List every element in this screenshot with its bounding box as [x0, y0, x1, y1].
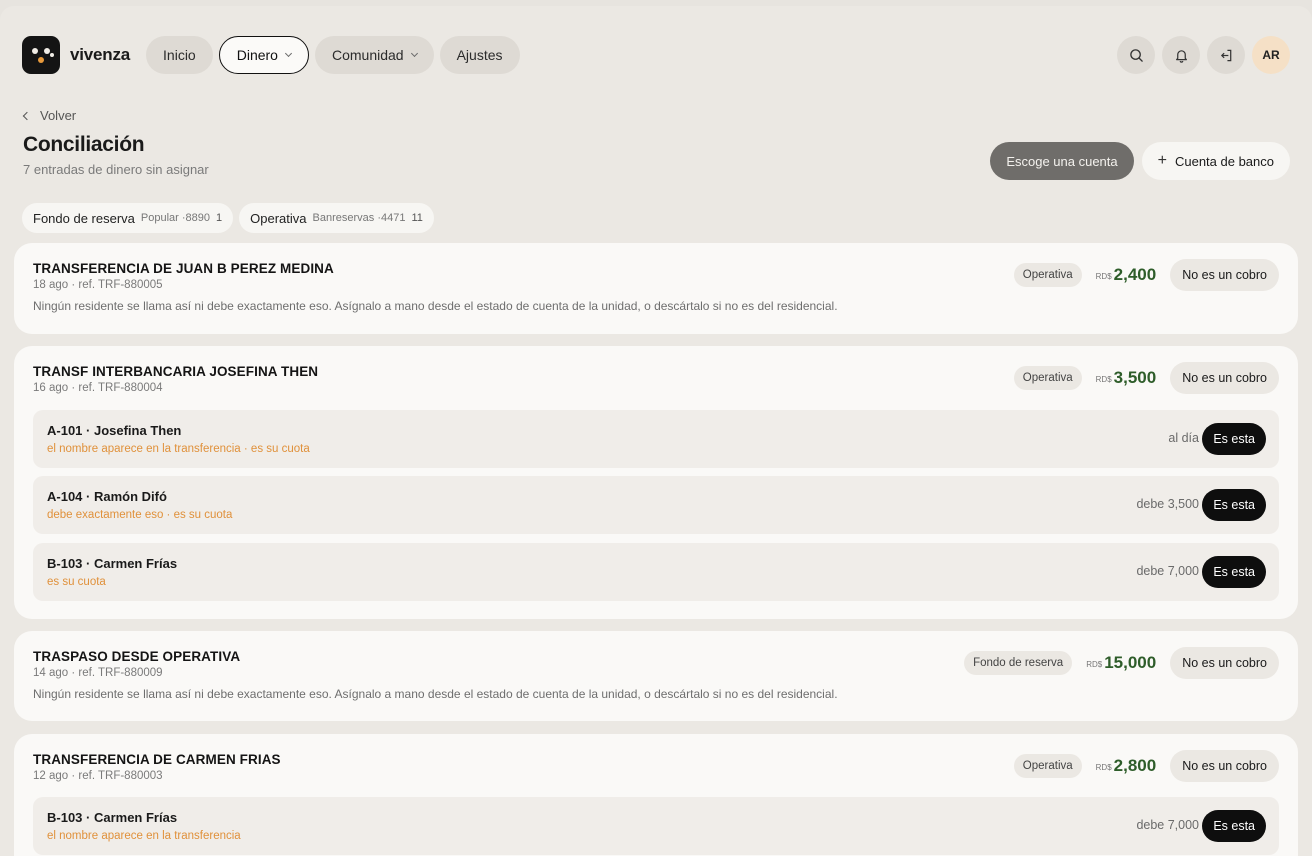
is-this-button[interactable]: Es esta [1202, 423, 1266, 455]
filter-chip-operativa[interactable]: Operativa Banreservas ·4471 11 [239, 203, 434, 233]
account-badge: Operativa [1013, 366, 1082, 390]
entry-title: TRASPASO DESDE OPERATIVA [33, 649, 241, 664]
entry-amount: 2,400 [1113, 265, 1157, 284]
bell-icon [1175, 49, 1187, 63]
entry-summary: Operativa RD$ 2,800 No es un cobro [1013, 750, 1279, 782]
entry-note: Ningún residente se llama así ni debe ex… [33, 687, 838, 701]
candidate-name: B-103 · Carmen Frías [47, 556, 178, 571]
entry-card: TRANSFERENCIA DE JUAN B PEREZ MEDINA 18 … [14, 243, 1298, 334]
entry-meta: 18 ago · ref. TRF-880005 [33, 279, 163, 291]
candidate-status: al día [1168, 431, 1199, 445]
chevron-left-icon [22, 111, 32, 120]
user-avatar[interactable]: AR [1252, 36, 1290, 74]
candidate-row: B-103 · Carmen Frías es su cuota debe 7,… [33, 543, 1279, 601]
entry-title: TRANSFERENCIA DE JUAN B PEREZ MEDINA [33, 261, 334, 276]
candidate-row: A-104 · Ramón Difó debe exactamente eso … [33, 476, 1279, 534]
page-title: Conciliación [23, 133, 145, 156]
candidate-name: A-104 · Ramón Difó [47, 489, 167, 504]
account-badge: Operativa [1013, 263, 1082, 287]
chip-bank: Banreservas ·4471 [312, 212, 406, 224]
entry-title: TRANSFERENCIA DE CARMEN FRIAS [33, 752, 281, 767]
currency-label: RD$ [1095, 763, 1112, 772]
candidate-row: B-103 · Carmen Frías el nombre aparece e… [33, 797, 1279, 855]
not-a-payment-button[interactable]: No es un cobro [1170, 750, 1279, 782]
app-frame: vivenza Inicio Dinero Comunidad Ajustes … [0, 6, 1312, 856]
brand-name: vivenza [70, 45, 131, 64]
is-this-button[interactable]: Es esta [1202, 489, 1266, 521]
top-bar: vivenza Inicio Dinero Comunidad Ajustes … [22, 36, 1290, 74]
page-subtitle: 7 entradas de dinero sin asignar [23, 162, 209, 177]
candidate-status: debe 7,000 [1136, 564, 1199, 578]
entry-summary: Operativa RD$ 2,400 No es un cobro [1013, 259, 1279, 291]
nav-ajustes[interactable]: Ajustes [439, 36, 520, 74]
nav-label: Ajustes [456, 47, 503, 63]
candidate-status: debe 3,500 [1136, 497, 1199, 511]
currency-label: RD$ [1095, 272, 1112, 281]
nav-label: Inicio [163, 47, 196, 63]
chip-count: 11 [411, 212, 423, 224]
entry-meta: 12 ago · ref. TRF-880003 [33, 770, 163, 782]
search-icon [1129, 48, 1143, 62]
nav-dinero[interactable]: Dinero [218, 36, 309, 74]
entry-card: TRANSFERENCIA DE CARMEN FRIAS 12 ago · r… [14, 734, 1298, 856]
vivenza-logo[interactable] [22, 36, 60, 74]
logout-button[interactable] [1207, 36, 1245, 74]
logout-icon [1220, 49, 1231, 61]
entry-summary: Operativa RD$ 3,500 No es un cobro [1013, 362, 1279, 394]
filter-chip-fondo-reserva[interactable]: Fondo de reserva Popular ·8890 1 [22, 203, 234, 233]
entry-meta: 16 ago · ref. TRF-880004 [33, 382, 163, 394]
notifications-button[interactable] [1162, 36, 1200, 74]
currency-label: RD$ [1086, 660, 1103, 669]
chip-name: Operativa [250, 210, 307, 226]
candidate-hint: es su cuota [47, 576, 106, 588]
entry-meta: 14 ago · ref. TRF-880009 [33, 667, 163, 679]
not-a-payment-button[interactable]: No es un cobro [1170, 647, 1279, 679]
add-bank-account-button[interactable]: + Cuenta de banco [1141, 142, 1290, 180]
entry-amount: 2,800 [1113, 756, 1157, 775]
is-this-button[interactable]: Es esta [1202, 810, 1266, 842]
plus-icon: + [1157, 152, 1167, 169]
nav-label: Comunidad [331, 47, 404, 63]
candidate-name: A-101 · Josefina Then [47, 423, 182, 438]
add-bank-label: Cuenta de banco [1174, 153, 1274, 169]
entry-amount: 15,000 [1104, 653, 1157, 672]
entry-card: TRASPASO DESDE OPERATIVA 14 ago · ref. T… [14, 631, 1298, 721]
choose-account-button[interactable]: Escoge una cuenta [990, 142, 1134, 180]
entry-card: TRANSF INTERBANCARIA JOSEFINA THEN 16 ag… [14, 346, 1298, 619]
entry-summary: Fondo de reserva RD$ 15,000 No es un cob… [964, 647, 1279, 679]
chevron-down-icon [410, 49, 418, 58]
candidate-status: debe 7,000 [1136, 818, 1199, 832]
candidate-row: A-101 · Josefina Then el nombre aparece … [33, 410, 1279, 468]
nav-label: Dinero [236, 47, 278, 63]
not-a-payment-button[interactable]: No es un cobro [1170, 259, 1279, 291]
account-badge: Fondo de reserva [964, 651, 1073, 675]
account-badge: Operativa [1013, 754, 1082, 778]
chip-name: Fondo de reserva [33, 210, 135, 226]
nav-comunidad[interactable]: Comunidad [314, 36, 434, 74]
candidate-hint: el nombre aparece en la transferencia · … [47, 443, 310, 455]
back-label: Volver [40, 108, 77, 123]
chip-bank: Popular ·8890 [140, 212, 211, 224]
candidate-hint: debe exactamente eso · es su cuota [47, 509, 233, 521]
candidate-name: B-103 · Carmen Frías [47, 810, 178, 825]
not-a-payment-button[interactable]: No es un cobro [1170, 362, 1279, 394]
nav-inicio[interactable]: Inicio [146, 36, 213, 74]
back-link[interactable]: Volver [22, 108, 77, 123]
page-actions: Escoge una cuenta + Cuenta de banco [990, 142, 1290, 180]
currency-label: RD$ [1095, 375, 1112, 384]
search-button[interactable] [1117, 36, 1155, 74]
entry-amount: 3,500 [1113, 368, 1157, 387]
account-filters: Fondo de reserva Popular ·8890 1 Operati… [22, 203, 440, 233]
chip-count: 1 [216, 212, 223, 224]
entry-title: TRANSF INTERBANCARIA JOSEFINA THEN [33, 364, 319, 379]
chevron-down-icon [284, 49, 293, 58]
entry-note: Ningún residente se llama así ni debe ex… [33, 299, 838, 313]
is-this-button[interactable]: Es esta [1202, 556, 1266, 588]
candidate-hint: el nombre aparece en la transferencia [47, 830, 241, 842]
